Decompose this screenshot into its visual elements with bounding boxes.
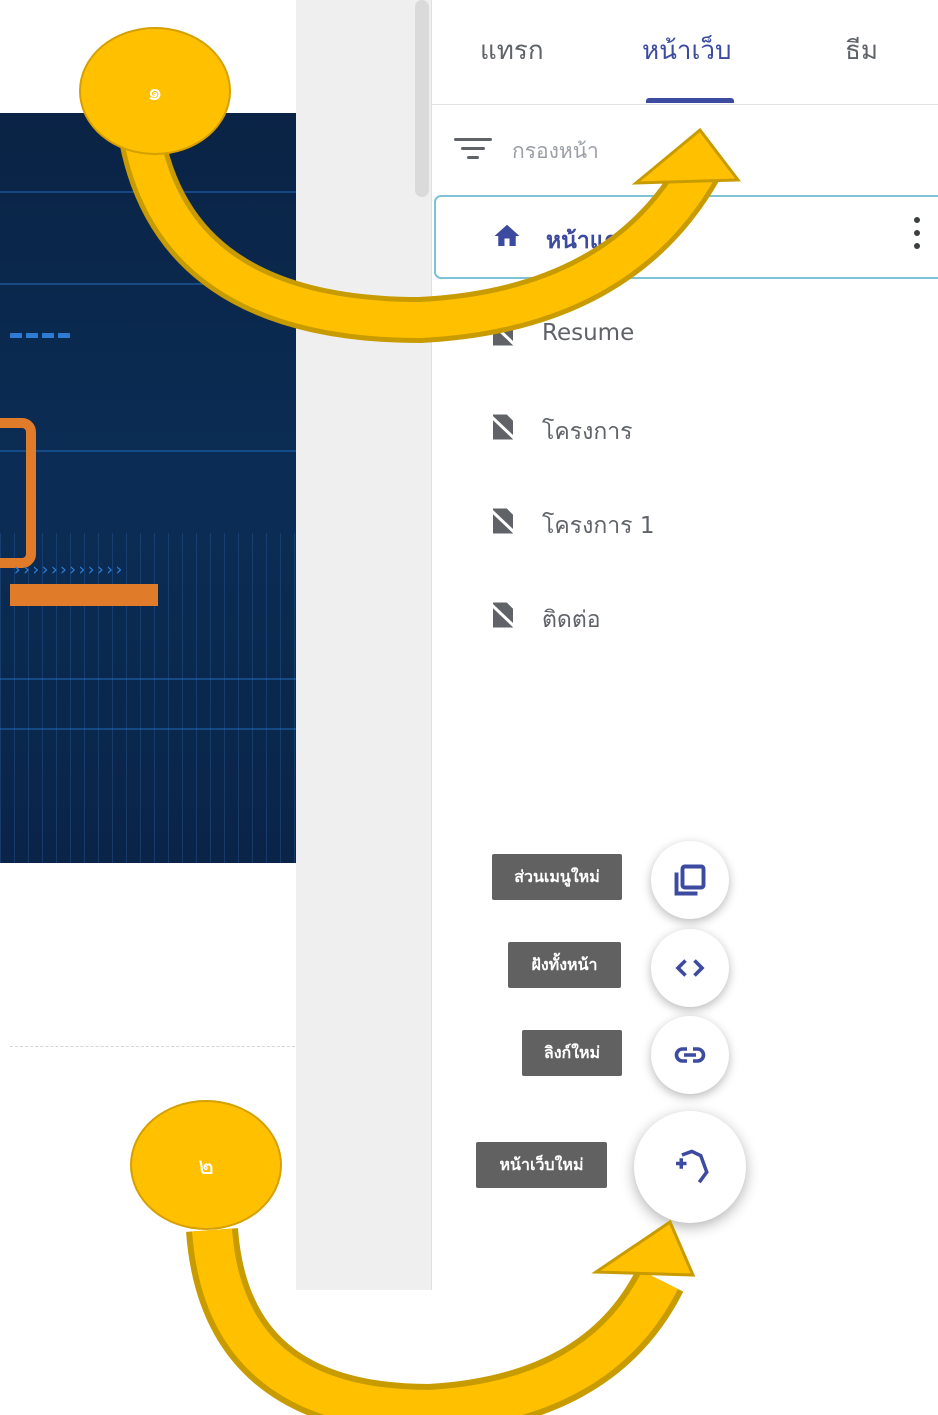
annotation-arrows — [117, 124, 741, 1415]
callout-2: ๒ — [130, 1100, 282, 1230]
callout-1: ๑ — [79, 27, 231, 155]
